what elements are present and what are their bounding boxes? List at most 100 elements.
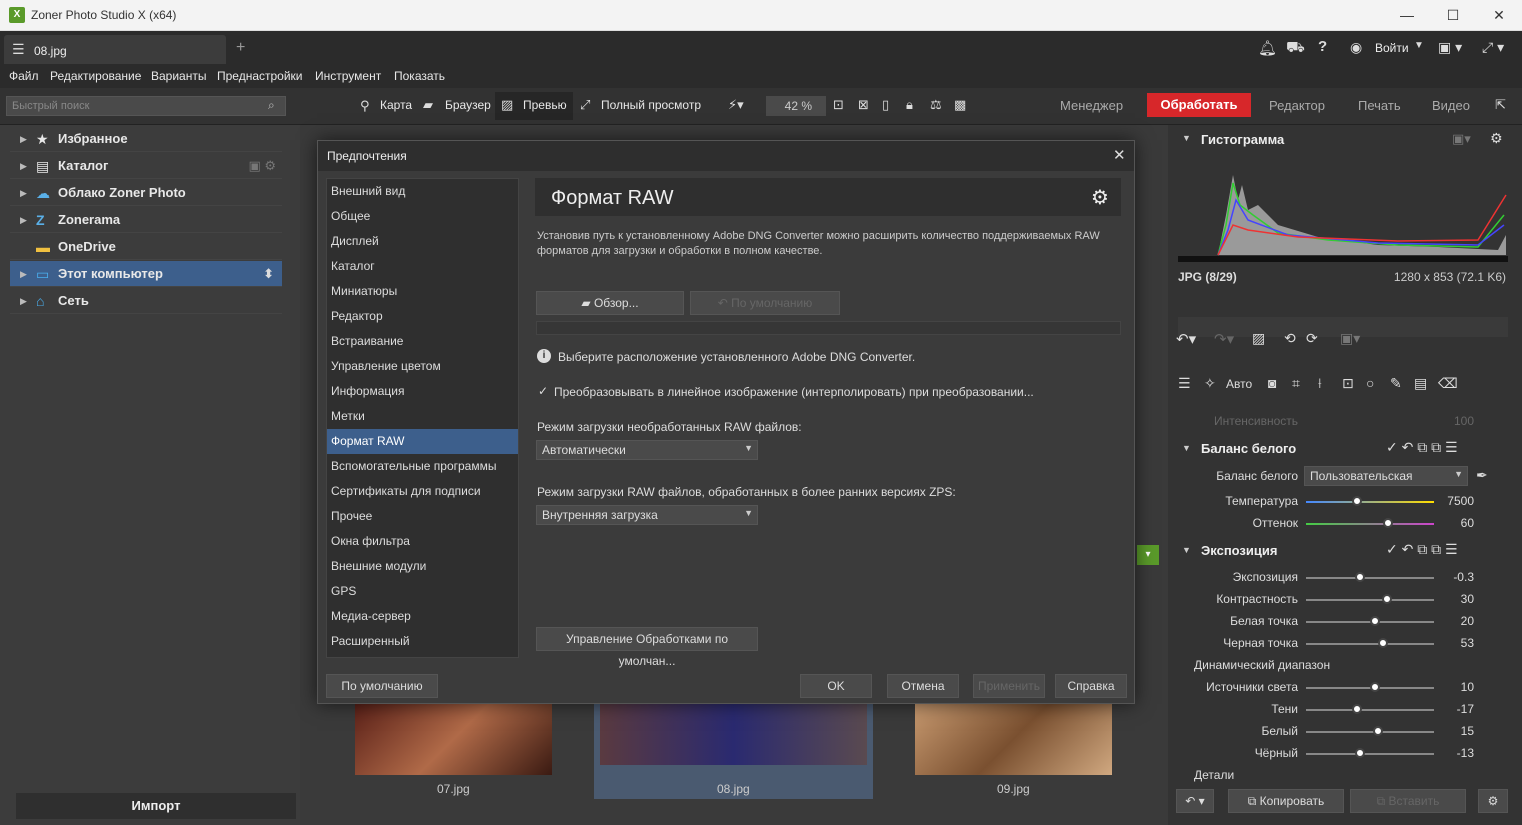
slider-track[interactable] — [1306, 709, 1434, 711]
category-item[interactable]: Миниатюры — [327, 279, 518, 304]
slider-knob[interactable] — [1355, 572, 1365, 582]
category-item[interactable]: GPS — [327, 579, 518, 604]
slider-knob[interactable] — [1373, 726, 1383, 736]
raw-mode2-select[interactable]: Внутренняя загрузка ▼ — [536, 505, 758, 525]
nav-item-favorites[interactable]: ▶ ★ Избранное — [10, 126, 282, 152]
category-item[interactable]: Окна фильтра — [327, 529, 518, 554]
temperature-slider[interactable] — [1306, 501, 1434, 503]
quick-search-input[interactable]: Быстрый поиск — [6, 96, 286, 116]
magic-wand-icon[interactable]: ✧ — [1204, 375, 1216, 392]
slider-knob[interactable] — [1355, 748, 1365, 758]
close-button[interactable]: ✕ — [1476, 0, 1522, 31]
paste-button[interactable]: ⧉ Вставить — [1350, 789, 1466, 813]
eraser-icon[interactable]: ⌫ — [1438, 375, 1458, 392]
thumbnail-08[interactable] — [600, 703, 867, 765]
menu-file[interactable]: Файл — [9, 69, 39, 83]
undo-icon[interactable]: ↶▾ — [1176, 330, 1196, 348]
maximize-button[interactable]: ☐ — [1430, 0, 1476, 31]
defaults-button[interactable]: По умолчанию — [326, 674, 438, 698]
fit-icon[interactable]: ⊠ — [858, 97, 869, 113]
user-icon[interactable]: ◉ — [1350, 39, 1362, 56]
image-icon[interactable]: ▨ — [1252, 330, 1265, 347]
camera-icon[interactable]: ▣▾ — [1452, 131, 1471, 147]
print-mode-button[interactable]: Печать — [1358, 98, 1401, 113]
gradient-icon[interactable]: ▤ — [1414, 375, 1427, 392]
collapse-icon[interactable]: ▼ — [1182, 545, 1191, 555]
section-tools-icon[interactable]: ✓ ↶ ⧉ ⧉ ☰ — [1386, 541, 1458, 558]
category-item[interactable]: Медиа-сервер — [327, 604, 518, 629]
sort-arrows-icon[interactable]: ⬍ — [263, 261, 274, 287]
monitor-icon[interactable]: ▣ ▾ — [1438, 39, 1462, 56]
external-link-icon[interactable]: ⇱ — [1495, 97, 1506, 113]
ok-button[interactable]: OK — [800, 674, 872, 698]
settings-icon[interactable]: ▩ — [954, 97, 966, 113]
collapse-icon[interactable]: ▼ — [1182, 133, 1191, 143]
compare-icon[interactable]: ⚖ — [930, 97, 942, 113]
rotate-right-icon[interactable]: ⟳ — [1306, 330, 1318, 347]
fit-height-icon[interactable]: ▯ — [882, 97, 889, 113]
redo-icon[interactable]: ↷▾ — [1214, 330, 1234, 348]
actual-size-icon[interactable]: ⊡ — [833, 97, 844, 113]
gear-icon[interactable]: ⚙ — [1091, 185, 1109, 210]
video-mode-button[interactable]: Видео — [1432, 98, 1470, 113]
nav-item-catalog[interactable]: ▶ ▤ Каталог ▣ ⚙ — [10, 153, 282, 179]
minimize-button[interactable]: — — [1384, 0, 1430, 31]
slider-track[interactable] — [1306, 731, 1434, 733]
camera-tool-icon[interactable]: ◙ — [1268, 375, 1276, 391]
import-button[interactable]: Импорт — [16, 793, 296, 819]
gear-icon[interactable]: ⚙ — [1490, 130, 1503, 147]
wb-select[interactable]: Пользовательская ▼ — [1304, 466, 1468, 486]
collapse-icon[interactable]: ▼ — [1182, 443, 1191, 453]
straighten-icon[interactable]: ⟊ — [1318, 375, 1322, 392]
category-item[interactable]: Прочее — [327, 504, 518, 529]
slider-knob[interactable] — [1370, 682, 1380, 692]
category-item[interactable]: Общее — [327, 204, 518, 229]
category-item[interactable]: Дисплей — [327, 229, 518, 254]
menu-presets[interactable]: Преднастройки — [217, 69, 303, 83]
catalog-settings-icon[interactable]: ▣ ⚙ — [248, 153, 276, 179]
category-item[interactable]: Каталог — [327, 254, 518, 279]
auto-button[interactable]: Авто — [1226, 377, 1252, 391]
thumbnail-07[interactable] — [355, 703, 552, 775]
menu-view[interactable]: Показать — [394, 69, 445, 83]
help-button[interactable]: Справка — [1055, 674, 1127, 698]
category-item[interactable]: Расширенный — [327, 629, 518, 654]
raw-mode-select[interactable]: Автоматически ▼ — [536, 440, 758, 460]
slider-track[interactable] — [1306, 753, 1434, 755]
document-tab[interactable]: ☰ 08.jpg — [4, 35, 226, 64]
circle-icon[interactable]: ○ — [1366, 375, 1374, 391]
category-item[interactable]: Редактор — [327, 304, 518, 329]
help-icon[interactable]: ? — [1318, 38, 1327, 55]
preview-button[interactable]: Превью — [523, 98, 567, 112]
browser-button[interactable]: Браузер — [445, 98, 491, 112]
menu-edit[interactable]: Редактирование — [50, 69, 141, 83]
reset-button[interactable]: ↶ ▾ — [1176, 789, 1214, 813]
editor-mode-button[interactable]: Редактор — [1269, 98, 1325, 113]
menu-tool[interactable]: Инструмент — [315, 69, 381, 83]
process-mode-button[interactable]: Обработать — [1147, 93, 1251, 117]
default-path-button[interactable]: ↶ По умолчанию — [690, 291, 840, 315]
brush-icon[interactable]: ✎ — [1390, 375, 1402, 392]
rotate-left-icon[interactable]: ⟲ — [1284, 330, 1296, 347]
thumbnail-09[interactable] — [915, 703, 1112, 775]
category-item[interactable]: Сертификаты для подписи — [327, 479, 518, 504]
category-item[interactable]: Информация — [327, 379, 518, 404]
category-item[interactable]: Вспомогательные программы — [327, 454, 518, 479]
map-button[interactable]: Карта — [380, 98, 412, 112]
section-tools-icon[interactable]: ✓ ↶ ⧉ ⧉ ☰ — [1386, 439, 1458, 456]
eyedropper-icon[interactable]: ✒ — [1476, 467, 1488, 484]
slider-track[interactable] — [1306, 599, 1434, 601]
crop-icon[interactable]: ⌗ — [1292, 375, 1300, 392]
fullscreen-icon[interactable]: ⤢ ▾ — [1482, 39, 1504, 56]
slider-knob[interactable] — [1382, 594, 1392, 604]
zoom-input[interactable]: 42 % — [766, 96, 826, 116]
checkbox-checked[interactable]: ✓ — [538, 384, 548, 398]
copy-button[interactable]: ⧉ Копировать — [1228, 789, 1344, 813]
tint-knob[interactable] — [1383, 518, 1393, 528]
add-tab-icon[interactable]: + — [236, 39, 245, 57]
lock-icon[interactable]: 🔒︎ — [906, 97, 913, 113]
flash-icon[interactable]: ⚡▾ — [728, 97, 744, 113]
fullview-button[interactable]: Полный просмотр — [601, 98, 701, 112]
temperature-knob[interactable] — [1352, 496, 1362, 506]
category-item[interactable]: Встраивание — [327, 329, 518, 354]
